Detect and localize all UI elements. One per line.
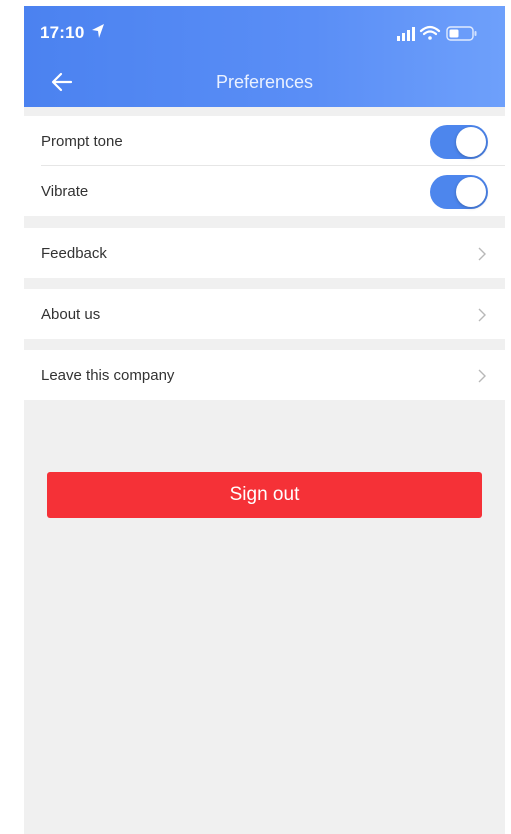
status-icons bbox=[397, 25, 477, 41]
leave-company-label: Leave this company bbox=[41, 366, 175, 384]
toggle-knob bbox=[456, 177, 486, 207]
header-bar: 17:10 Preferences bbox=[24, 6, 505, 107]
cellular-signal-icon bbox=[397, 27, 415, 41]
about-group: About us bbox=[24, 289, 505, 339]
leave-group: Leave this company bbox=[24, 350, 505, 400]
preferences-screen: 17:10 Preferences Prompt tone Vibrate Fe… bbox=[24, 6, 505, 834]
prompt-tone-label: Prompt tone bbox=[41, 132, 123, 150]
chevron-right-icon bbox=[478, 247, 486, 261]
chevron-right-icon bbox=[478, 369, 486, 383]
vibrate-label: Vibrate bbox=[41, 182, 89, 200]
page-title: Preferences bbox=[215, 72, 314, 92]
feedback-group: Feedback bbox=[24, 228, 505, 278]
prompt-tone-toggle[interactable] bbox=[430, 125, 488, 159]
toggle-knob bbox=[456, 127, 486, 157]
about-us-label: About us bbox=[41, 305, 101, 323]
vibrate-toggle[interactable] bbox=[430, 175, 488, 209]
sign-out-button[interactable]: Sign out bbox=[47, 472, 482, 518]
vibrate-row[interactable]: Vibrate bbox=[24, 166, 505, 216]
about-us-row[interactable]: About us bbox=[24, 289, 505, 339]
status-time: 17:10 bbox=[40, 23, 85, 42]
feedback-row[interactable]: Feedback bbox=[24, 228, 505, 278]
wifi-icon bbox=[419, 25, 441, 40]
toggle-settings-group: Prompt tone Vibrate bbox=[24, 116, 505, 216]
leave-company-row[interactable]: Leave this company bbox=[24, 350, 505, 400]
prompt-tone-row[interactable]: Prompt tone bbox=[24, 116, 505, 166]
feedback-label: Feedback bbox=[41, 244, 107, 262]
battery-icon bbox=[446, 26, 477, 41]
location-arrow-icon bbox=[92, 24, 104, 38]
chevron-right-icon bbox=[478, 308, 486, 322]
